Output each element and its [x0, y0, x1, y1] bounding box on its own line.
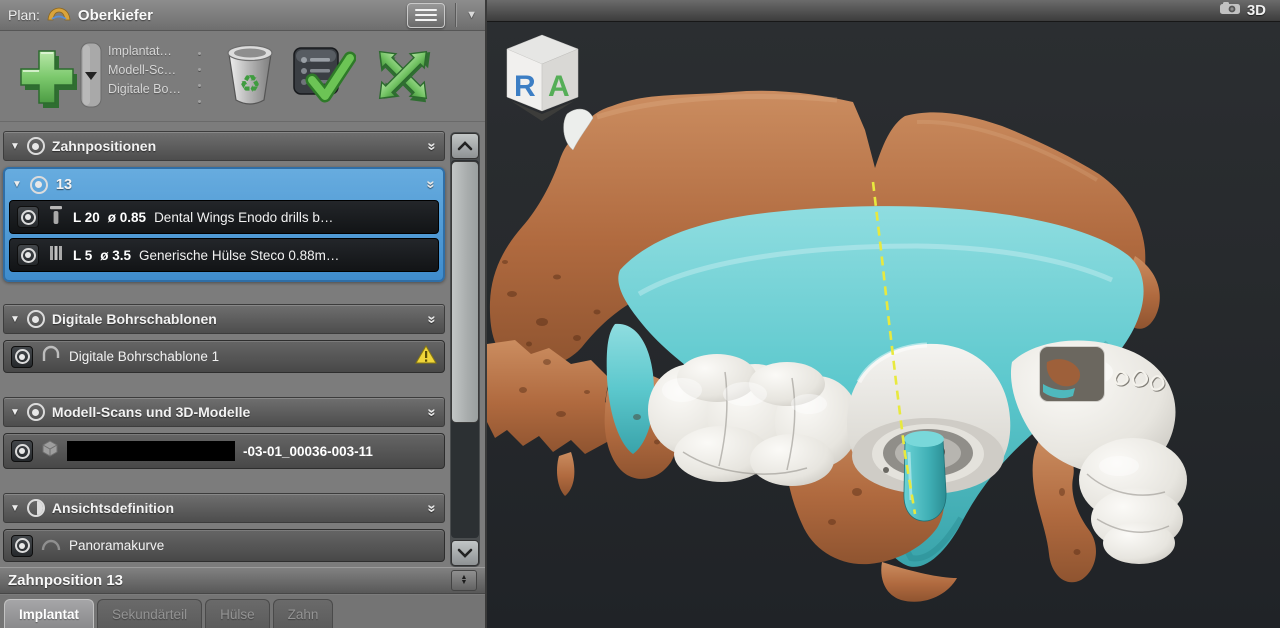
double-chevron-icon[interactable]: »: [423, 180, 438, 188]
plan-name: Oberkiefer: [78, 7, 153, 24]
cube-face-right-label: R: [514, 70, 536, 103]
visibility-toggle[interactable]: [17, 244, 39, 266]
cube-icon: [41, 439, 59, 463]
add-menu-items[interactable]: Implantat… Modell-Sc… Digitale Bo…: [108, 44, 190, 96]
add-object-button[interactable]: [10, 38, 80, 117]
section-title: Modell-Scans und 3D-Modelle: [52, 404, 421, 420]
visibility-icon[interactable]: [27, 137, 45, 155]
add-menu-item-implantat[interactable]: Implantat…: [108, 44, 190, 58]
template-arc-icon: [41, 345, 61, 368]
viewport-topbar: 3D: [487, 0, 1280, 22]
tab-sekundaerteil[interactable]: Sekundärteil: [97, 599, 202, 628]
collapse-triangle-icon[interactable]: ▼: [10, 503, 20, 514]
3d-scene-svg[interactable]: R A: [487, 22, 1280, 628]
selection-footer: Zahnposition 13 ▲▼: [0, 567, 485, 594]
drill-diameter: ø 0.85: [108, 210, 146, 225]
double-chevron-icon[interactable]: »: [424, 142, 439, 150]
sleeve-length: L 5: [73, 248, 92, 263]
drill-icon: [47, 205, 65, 230]
plan-dropdown-arrow-icon[interactable]: ▼: [466, 9, 477, 21]
double-chevron-icon[interactable]: »: [424, 504, 439, 512]
template-name: Digitale Bohrschablone 1: [69, 349, 407, 364]
plan-header: Plan: Oberkiefer ▼: [0, 0, 485, 31]
camera-icon[interactable]: [1219, 1, 1241, 20]
sleeve-diameter: ø 3.5: [100, 248, 131, 263]
object-toolbar: Implantat… Modell-Sc… Digitale Bo… ♻: [0, 32, 485, 122]
tooth-position-row-13[interactable]: ▼ 13 »: [5, 169, 443, 200]
cube-face-anterior-label: A: [548, 70, 570, 103]
visibility-icon[interactable]: [27, 310, 45, 328]
selection-label: Zahnposition 13: [8, 572, 451, 589]
tab-huelse[interactable]: Hülse: [205, 599, 270, 628]
visibility-icon[interactable]: [30, 176, 48, 194]
visibility-toggle[interactable]: [11, 535, 33, 557]
scan-name-suffix: -03-01_00036-003-11: [243, 444, 373, 459]
tooth-position-group-13[interactable]: ▼ 13 » L 20 ø: [3, 167, 445, 282]
detail-tabs: Implantat Sekundärteil Hülse Zahn: [0, 595, 485, 628]
plan-sidebar: Plan: Oberkiefer ▼: [0, 0, 487, 628]
tooth-position-label: 13: [56, 177, 419, 193]
tree-scrollbar[interactable]: [450, 132, 480, 567]
section-ansichtsdefinition[interactable]: ▼ Ansichtsdefinition »: [3, 493, 445, 523]
model-scan-row[interactable]: -03-01_00036-003-11: [3, 433, 445, 469]
3d-viewport[interactable]: R A: [487, 22, 1280, 628]
visibility-icon[interactable]: [27, 403, 45, 421]
section-title: Zahnpositionen: [52, 138, 421, 154]
drill-length: L 20: [73, 210, 100, 225]
menu-dots: [198, 52, 201, 103]
collapse-triangle-icon[interactable]: ▼: [10, 407, 20, 418]
add-menu-item-modellscan[interactable]: Modell-Sc…: [108, 63, 190, 77]
selection-spinner[interactable]: ▲▼: [451, 570, 477, 591]
visibility-toggle[interactable]: [11, 346, 33, 368]
header-separator: [455, 3, 456, 27]
section-title: Digitale Bohrschablonen: [52, 311, 421, 327]
panorama-name: Panoramakurve: [69, 538, 164, 553]
jaw-icon: [46, 4, 72, 27]
scroll-up-button[interactable]: [451, 133, 479, 159]
sleeve-name: Generische Hülse Steco 0.88m…: [139, 248, 339, 263]
tab-implantat[interactable]: Implantat: [4, 599, 94, 628]
guide-window: [1039, 346, 1105, 402]
redacted-patient-id: [67, 441, 235, 461]
drill-row[interactable]: L 20 ø 0.85 Dental Wings Enodo drills b…: [9, 200, 439, 234]
add-object-dropdown[interactable]: [80, 42, 102, 113]
plan-label: Plan:: [8, 7, 40, 23]
delete-button[interactable]: ♻: [222, 40, 278, 113]
tab-zahn[interactable]: Zahn: [273, 599, 334, 628]
app-window: Plan: Oberkiefer ▼: [0, 0, 1280, 628]
sleeve-icon: [47, 243, 65, 268]
double-chevron-icon[interactable]: »: [424, 315, 439, 323]
collapse-triangle-icon[interactable]: ▼: [12, 179, 22, 190]
visibility-toggle[interactable]: [11, 440, 33, 462]
section-title: Ansichtsdefinition: [52, 500, 421, 516]
add-menu-item-bohrschablone[interactable]: Digitale Bo…: [108, 82, 190, 96]
scroll-down-button[interactable]: [451, 540, 479, 566]
drill-name: Dental Wings Enodo drills b…: [154, 210, 333, 225]
apply-plan-button[interactable]: [292, 44, 356, 111]
implant-model: [904, 431, 946, 521]
collapse-triangle-icon[interactable]: ▼: [10, 141, 20, 152]
panorama-arc-icon: [41, 534, 61, 557]
double-chevron-icon[interactable]: »: [424, 408, 439, 416]
contrast-icon[interactable]: [27, 499, 45, 517]
export-cross-button[interactable]: [366, 40, 440, 115]
template-row[interactable]: Digitale Bohrschablone 1: [3, 340, 445, 373]
section-modellscans[interactable]: ▼ Modell-Scans und 3D-Modelle »: [3, 397, 445, 427]
visibility-toggle[interactable]: [17, 206, 39, 228]
svg-text:♻: ♻: [239, 71, 261, 98]
collapse-triangle-icon[interactable]: ▼: [10, 314, 20, 325]
section-zahnpositionen[interactable]: ▼ Zahnpositionen »: [3, 131, 445, 161]
view-mode-label[interactable]: 3D: [1247, 2, 1266, 19]
plan-menu-button[interactable]: [407, 3, 445, 28]
warning-icon: [415, 345, 437, 369]
scrollbar-thumb[interactable]: [451, 161, 479, 423]
object-tree: ▼ Zahnpositionen » ▼ 13 »: [0, 123, 485, 567]
section-bohrschablonen[interactable]: ▼ Digitale Bohrschablonen »: [3, 304, 445, 334]
sleeve-row[interactable]: L 5 ø 3.5 Generische Hülse Steco 0.88m…: [9, 238, 439, 272]
panorama-curve-row[interactable]: Panoramakurve: [3, 529, 445, 562]
